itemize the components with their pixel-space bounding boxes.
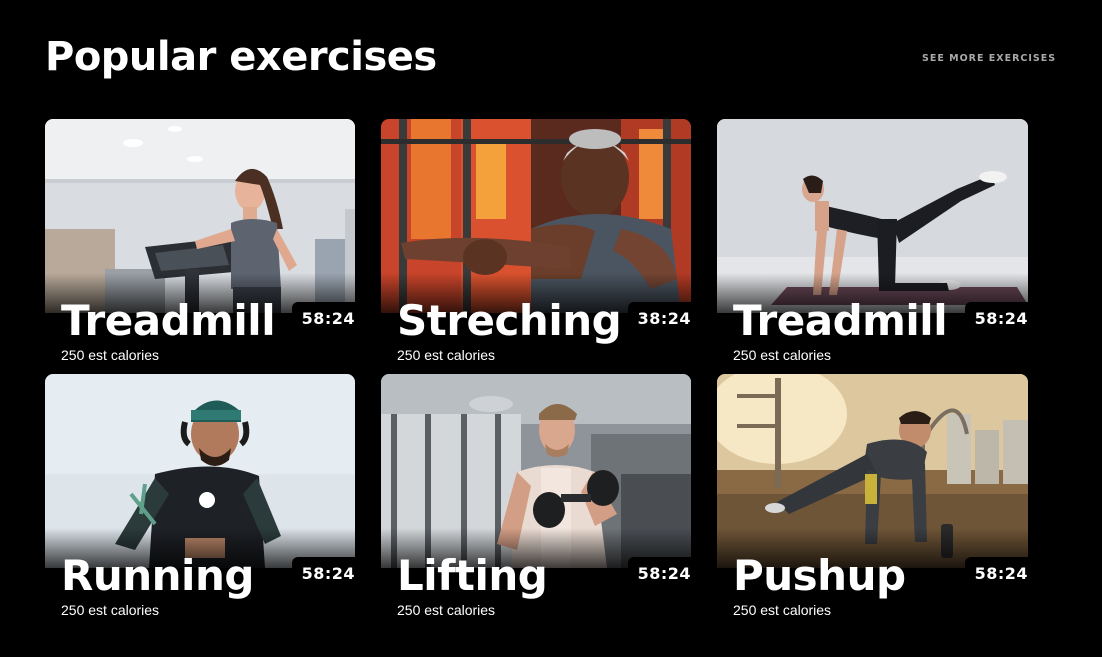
woman-yoga-leg-raise-photo xyxy=(717,119,1028,313)
exercise-card-treadmill-2[interactable]: Treadmill 58:24 250 est calories xyxy=(717,119,1028,363)
exercise-name: Streching xyxy=(397,296,622,345)
exercise-name: Treadmill xyxy=(61,296,276,345)
exercise-grid: Treadmill 58:24 250 est calories Strechi… xyxy=(45,119,1028,618)
exercise-calories: 250 est calories xyxy=(733,347,832,363)
man-pushup-outdoors-photo xyxy=(717,374,1028,568)
exercise-calories: 250 est calories xyxy=(61,347,160,363)
popular-exercises-section: Popular exercises SEE MORE EXERCISES Tre… xyxy=(0,0,1102,657)
exercise-card-pushup[interactable]: Pushup 58:24 250 est calories xyxy=(717,374,1028,618)
exercise-name: Running xyxy=(61,551,254,600)
exercise-duration: 38:24 xyxy=(627,302,691,334)
man-stretching-arm-photo xyxy=(381,119,691,313)
exercise-calories: 250 est calories xyxy=(61,602,160,618)
exercise-duration: 58:24 xyxy=(627,557,691,589)
man-running-headphones-photo xyxy=(45,374,355,568)
exercise-name: Treadmill xyxy=(733,296,948,345)
see-more-exercises-link[interactable]: SEE MORE EXERCISES xyxy=(922,53,1056,64)
exercise-card-treadmill[interactable]: Treadmill 58:24 250 est calories xyxy=(45,119,355,363)
exercise-calories: 250 est calories xyxy=(733,602,832,618)
exercise-card-running[interactable]: Running 58:24 250 est calories xyxy=(45,374,355,618)
man-dumbbell-curl-photo xyxy=(381,374,691,568)
exercise-calories: 250 est calories xyxy=(397,602,496,618)
exercise-duration: 58:24 xyxy=(291,302,355,334)
exercise-duration: 58:24 xyxy=(964,557,1028,589)
exercise-card-lifting[interactable]: Lifting 58:24 250 est calories xyxy=(381,374,691,618)
section-title: Popular exercises xyxy=(45,34,437,80)
exercise-calories: 250 est calories xyxy=(397,347,496,363)
exercise-duration: 58:24 xyxy=(291,557,355,589)
woman-on-treadmill-photo xyxy=(45,119,355,313)
exercise-name: Pushup xyxy=(733,551,906,600)
exercise-name: Lifting xyxy=(397,551,548,600)
exercise-duration: 58:24 xyxy=(964,302,1028,334)
exercise-card-streching[interactable]: Streching 38:24 250 est calories xyxy=(381,119,691,363)
